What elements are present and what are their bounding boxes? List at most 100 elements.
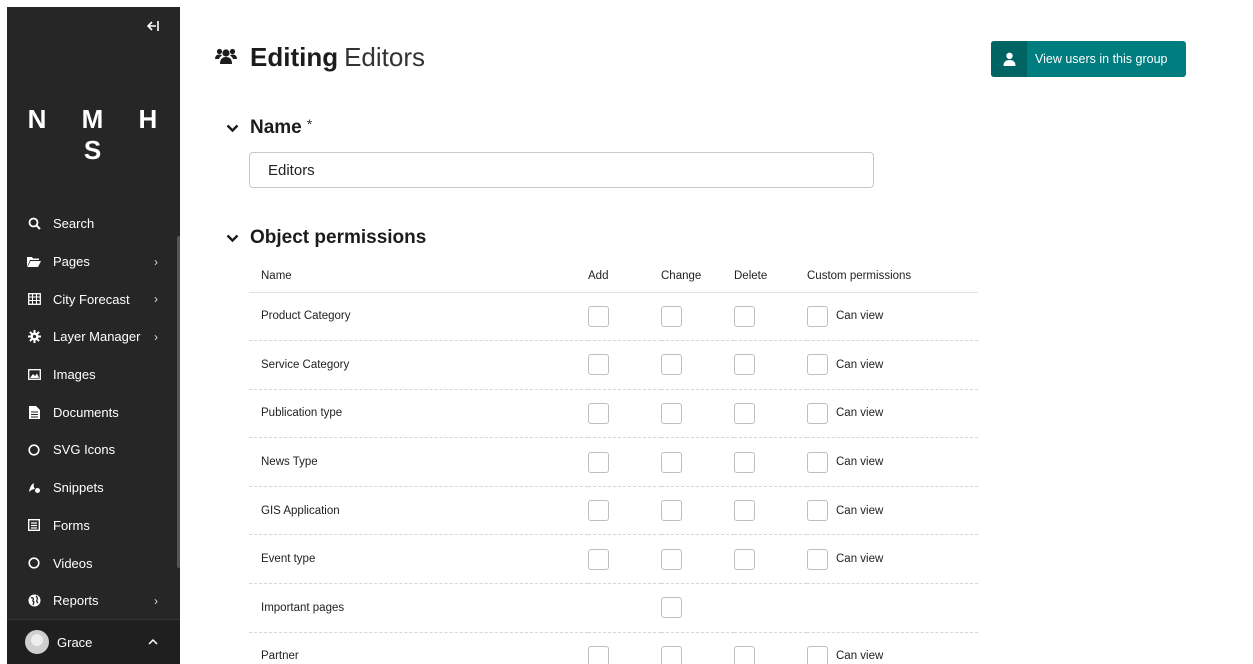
custom-permission-checkbox[interactable] [807, 305, 828, 327]
change-permission-checkbox[interactable] [661, 548, 682, 570]
collapse-left-icon[interactable] [146, 19, 160, 37]
sidebar-item-label: Images [53, 367, 96, 383]
add-permission-checkbox[interactable] [588, 500, 609, 522]
delete-permission-checkbox[interactable] [734, 548, 755, 570]
custom-permission-label: Can view [836, 553, 884, 566]
sidebar-item-pages[interactable]: Pages › [7, 243, 180, 281]
column-header-delete: Delete [734, 261, 807, 293]
permission-object-name: Service Category [249, 340, 588, 390]
snippet-icon [27, 481, 41, 495]
sidebar-item-svg-icons[interactable]: SVG Icons [7, 431, 180, 469]
table-row: Partner Can view [249, 632, 978, 664]
custom-permission-label: Can view [836, 650, 884, 663]
sidebar-scrollbar[interactable] [177, 236, 180, 568]
sidebar-item-images[interactable]: Images [7, 356, 180, 394]
sidebar-item-city-forecast[interactable]: City Forecast › [7, 280, 180, 318]
permission-object-name: Important pages [249, 583, 588, 633]
permission-cell-delete [734, 583, 807, 633]
circle-icon [27, 556, 41, 570]
permission-cell-add [588, 437, 661, 487]
image-icon [27, 368, 41, 382]
custom-permission-label: Can view [836, 310, 884, 323]
page-title-action: Editing [250, 42, 339, 72]
chevron-down-icon [226, 124, 240, 133]
sidebar-item-documents[interactable]: Documents [7, 393, 180, 431]
custom-permission-checkbox[interactable] [807, 645, 828, 664]
cog-icon [27, 330, 41, 344]
sidebar-item-label: Documents [53, 404, 119, 420]
change-permission-checkbox[interactable] [661, 645, 682, 664]
delete-permission-checkbox[interactable] [734, 500, 755, 522]
change-permission-checkbox[interactable] [661, 451, 682, 473]
globe-icon [27, 594, 41, 608]
change-permission-checkbox[interactable] [661, 500, 682, 522]
sidebar-item-label: Forms [53, 517, 90, 533]
sidebar: N M H S Search Pages › City Forecast › L… [7, 7, 180, 664]
permission-cell-add [588, 486, 661, 536]
sidebar-item-search[interactable]: Search [7, 205, 180, 243]
column-header-add: Add [588, 261, 661, 293]
permission-cell-add [588, 340, 661, 390]
permissions-table: Name Add Change Delete Custom permission… [249, 261, 978, 664]
permission-cell-delete [734, 534, 807, 585]
permissions-section-toggle[interactable]: Object permissions [226, 227, 426, 249]
chevron-right-icon: › [154, 254, 158, 269]
table-row: Important pages [249, 583, 978, 633]
permission-cell-change [661, 389, 734, 439]
change-permission-checkbox[interactable] [661, 402, 682, 424]
permission-cell-delete [734, 292, 807, 342]
custom-permission-label: Can view [836, 504, 884, 517]
sidebar-item-snippets[interactable]: Snippets [7, 469, 180, 507]
sidebar-item-reports[interactable]: Reports › [7, 582, 180, 620]
change-permission-checkbox[interactable] [661, 305, 682, 327]
add-permission-checkbox[interactable] [588, 402, 609, 424]
permission-cell-delete [734, 389, 807, 439]
sidebar-item-forms[interactable]: Forms [7, 507, 180, 545]
permission-object-name: News Type [249, 437, 588, 487]
add-permission-checkbox[interactable] [588, 451, 609, 473]
sidebar-item-label: Snippets [53, 480, 104, 496]
permission-cell-add [588, 534, 661, 585]
column-header-name: Name [249, 261, 588, 293]
chevron-down-icon [226, 234, 240, 243]
sidebar-item-videos[interactable]: Videos [7, 544, 180, 582]
group-name-input[interactable] [249, 152, 874, 188]
add-permission-checkbox[interactable] [588, 548, 609, 570]
change-permission-checkbox[interactable] [661, 354, 682, 376]
custom-permission-checkbox[interactable] [807, 354, 828, 376]
logo[interactable]: N M H S [7, 104, 180, 166]
custom-permission-checkbox[interactable] [807, 548, 828, 570]
delete-permission-checkbox[interactable] [734, 354, 755, 376]
chevron-up-icon [148, 636, 158, 648]
table-icon [27, 292, 41, 306]
chevron-right-icon: › [154, 292, 158, 307]
user-icon [991, 41, 1027, 77]
add-permission-checkbox[interactable] [588, 645, 609, 664]
sidebar-nav: Search Pages › City Forecast › Layer Man… [7, 205, 180, 620]
add-permission-checkbox[interactable] [588, 305, 609, 327]
name-section-toggle[interactable]: Name * [226, 116, 313, 139]
sidebar-item-layer-manager[interactable]: Layer Manager › [7, 318, 180, 356]
chevron-right-icon: › [154, 593, 158, 608]
delete-permission-checkbox[interactable] [734, 402, 755, 424]
table-row: Publication type Can view [249, 389, 978, 439]
view-users-button[interactable]: View users in this group [991, 41, 1186, 77]
permission-object-name: Product Category [249, 292, 588, 342]
change-permission-checkbox[interactable] [661, 597, 682, 619]
permission-cell-change [661, 632, 734, 664]
delete-permission-checkbox[interactable] [734, 451, 755, 473]
permission-cell-delete [734, 437, 807, 487]
add-permission-checkbox[interactable] [588, 354, 609, 376]
permission-cell-add [588, 583, 661, 633]
permission-cell-custom: Can view [807, 486, 978, 536]
delete-permission-checkbox[interactable] [734, 645, 755, 664]
required-mark: * [306, 116, 313, 132]
delete-permission-checkbox[interactable] [734, 305, 755, 327]
custom-permission-checkbox[interactable] [807, 402, 828, 424]
custom-permission-checkbox[interactable] [807, 500, 828, 522]
custom-permission-checkbox[interactable] [807, 451, 828, 473]
sidebar-item-label: Pages [53, 254, 90, 270]
custom-permission-label: Can view [836, 407, 884, 420]
permission-cell-custom: Can view [807, 389, 978, 439]
user-menu[interactable]: Grace [7, 619, 180, 664]
